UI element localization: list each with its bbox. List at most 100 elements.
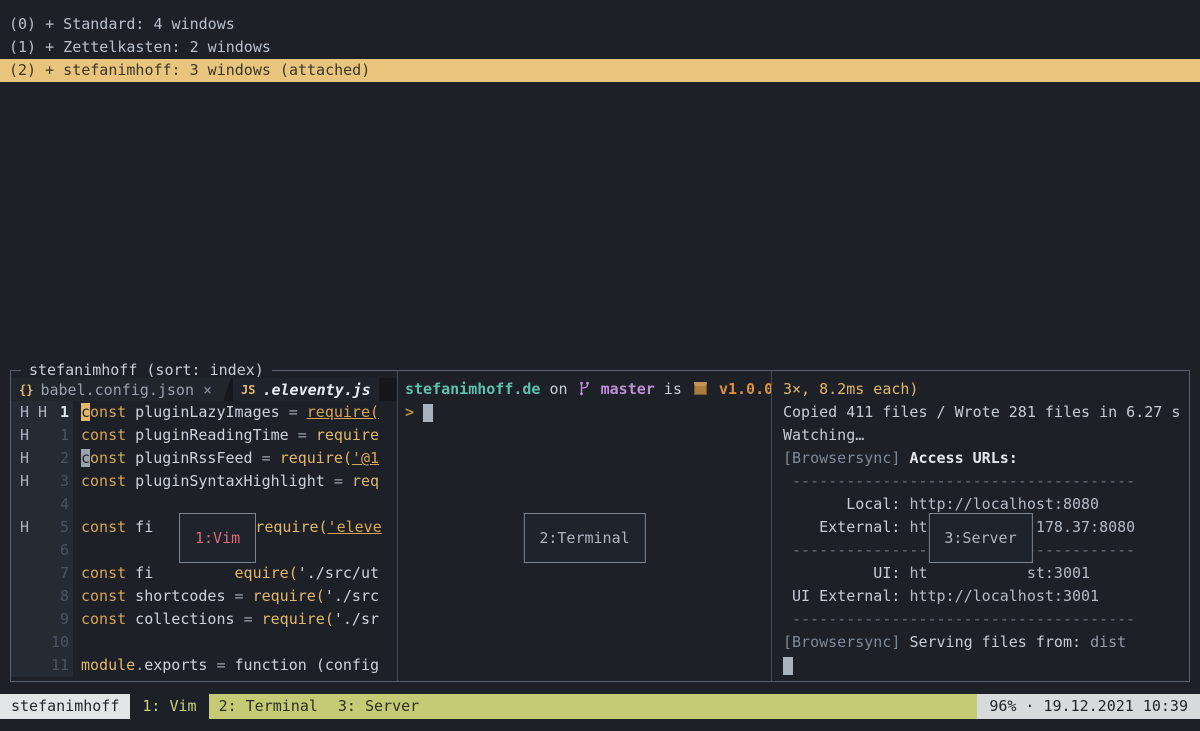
session-item[interactable]: (0) + Standard: 4 windows <box>0 13 1200 36</box>
text-segment: shortcodes <box>126 587 234 605</box>
session-item[interactable]: (1) + Zettelkasten: 2 windows <box>0 36 1200 59</box>
json-icon: {} <box>19 383 33 397</box>
text-segment: = <box>262 449 280 467</box>
text-segment: --------------- <box>783 541 928 559</box>
pane-number-box-server: 3:Server <box>928 513 1032 563</box>
gutter: H2 <box>11 447 73 470</box>
text-segment: on <box>540 380 576 398</box>
fold-marker[interactable]: H <box>11 424 46 447</box>
editor-tab[interactable]: JS.eleventy.js <box>233 378 379 401</box>
code-line: H2const pluginRssFeed = require('@1 <box>11 447 397 470</box>
terminal-output: stefanimhoff.de on master is v1.0.0> <box>405 378 771 424</box>
text-segment: -------------------------------------- <box>783 472 1135 490</box>
text-segment: v1.0.0 <box>710 380 771 398</box>
text-segment: fi <box>126 518 153 536</box>
fold-marker[interactable]: H <box>11 470 46 493</box>
package-icon <box>694 382 707 395</box>
text-segment: const <box>81 587 126 605</box>
text-segment: module <box>81 656 135 674</box>
terminal-pane[interactable]: stefanimhoff.de on master is v1.0.0> 2:T… <box>398 371 771 681</box>
line-number: 10 <box>46 631 73 654</box>
pane-number-box-vim: 1:Vim <box>179 513 256 563</box>
status-window-list: 1: Vim2: Terminal3: Server <box>130 694 977 719</box>
text-segment: = <box>298 426 316 444</box>
code-text: const pluginRssFeed = require('@1 <box>73 447 379 470</box>
gutter: 4 <box>11 493 73 516</box>
terminal-line: [Browsersync] Serving files from: dist <box>783 631 1189 654</box>
fold-marker[interactable] <box>11 631 46 654</box>
text-segment: master <box>592 380 655 398</box>
fold-marker[interactable] <box>11 608 46 631</box>
text-segment: require( <box>307 403 379 421</box>
block-cursor <box>783 657 793 675</box>
code-line: 7const fiequire('./src/ut <box>11 562 397 585</box>
fold-marker[interactable]: H <box>11 447 46 470</box>
editor-tab[interactable]: {}babel.config.json× <box>11 378 220 401</box>
code-line: 11module.exports = function (config <box>11 654 397 677</box>
vim-pane[interactable]: {}babel.config.json×JS.eleventy.js H H1c… <box>11 371 397 681</box>
gutter: H3 <box>11 470 73 493</box>
text-segment: UI External: <box>783 587 909 605</box>
text-segment: require( <box>262 610 334 628</box>
text-segment: req <box>352 472 379 490</box>
code-text: const fiequire('./src/ut <box>73 562 379 585</box>
text-segment: exports <box>144 656 216 674</box>
text-segment: const <box>81 518 126 536</box>
text-segment: equire( <box>235 564 298 582</box>
fold-marker[interactable] <box>11 585 46 608</box>
text-segment: is <box>655 380 691 398</box>
tab-label: .eleventy.js <box>262 381 370 399</box>
text-segment: require( <box>280 449 352 467</box>
text-segment: onst <box>90 449 126 467</box>
text-segment: const <box>81 564 126 582</box>
status-session-name[interactable]: stefanimhoff <box>0 694 130 719</box>
pane-label: 1:Vim <box>195 529 240 547</box>
line-number: 1 <box>46 401 73 424</box>
pane-number-box-terminal: 2:Terminal <box>523 513 645 563</box>
code-line: H H1const pluginLazyImages = require( <box>11 401 397 424</box>
code-text: const pluginReadingTime = require <box>73 424 379 447</box>
text-segment: onst <box>90 403 126 421</box>
text-segment: Copied 411 files / Wrote 281 files in 6.… <box>783 403 1180 421</box>
text-segment: './sr <box>334 610 379 628</box>
text-segment: pluginLazyImages <box>126 403 289 421</box>
fold-marker[interactable] <box>11 562 46 585</box>
session-list: (0) + Standard: 4 windows(1) + Zettelkas… <box>0 13 1200 82</box>
text-segment: './src <box>325 587 379 605</box>
tmux-status-bar: stefanimhoff 1: Vim2: Terminal3: Server … <box>0 694 1200 719</box>
server-pane[interactable]: 3×, 8.2ms each) Copied 411 files / Wrote … <box>772 371 1189 681</box>
status-window-item[interactable]: 1: Vim <box>130 694 208 719</box>
line-number: 8 <box>46 585 73 608</box>
text-segment: st:3001 <box>1027 564 1090 582</box>
status-window-item[interactable]: 3: Server <box>328 694 429 719</box>
text-segment: 3×, 8.2ms each) <box>783 380 918 398</box>
text-segment: './src/ut <box>298 564 379 582</box>
fold-marker[interactable] <box>11 493 46 516</box>
gutter: H H1 <box>11 401 73 424</box>
status-window-item[interactable]: 2: Terminal <box>209 694 328 719</box>
status-clock: 96% · 19.12.2021 10:39 <box>977 694 1200 719</box>
text-segment: ht <box>909 518 927 536</box>
text-segment: http://localhost:3001 <box>909 587 1099 605</box>
session-item[interactable]: (2) + stefanimhoff: 3 windows (attached) <box>0 59 1200 82</box>
text-segment: collections <box>126 610 243 628</box>
text-segment: [Browsersync] <box>783 633 909 651</box>
line-number: 2 <box>46 447 73 470</box>
line-number: 11 <box>46 654 73 677</box>
line-number: 6 <box>46 539 73 562</box>
fold-marker[interactable] <box>11 539 46 562</box>
text-segment: Access URLs: <box>909 449 1017 467</box>
text-segment: [Browsersync] <box>783 449 909 467</box>
fold-marker[interactable]: H H <box>11 401 46 424</box>
terminal-line: 3×, 8.2ms each) <box>783 378 1189 401</box>
text-segment: External: <box>783 518 909 536</box>
code-text: module.exports = function (config <box>73 654 379 677</box>
text-segment: const <box>81 426 126 444</box>
pane-label: 2:Terminal <box>539 529 629 547</box>
code-text <box>73 493 81 516</box>
fold-marker[interactable] <box>11 654 46 677</box>
text-segment: > <box>405 403 423 421</box>
text-segment: const <box>81 472 126 490</box>
text-segment: pluginReadingTime <box>126 426 298 444</box>
fold-marker[interactable]: H <box>11 516 46 539</box>
